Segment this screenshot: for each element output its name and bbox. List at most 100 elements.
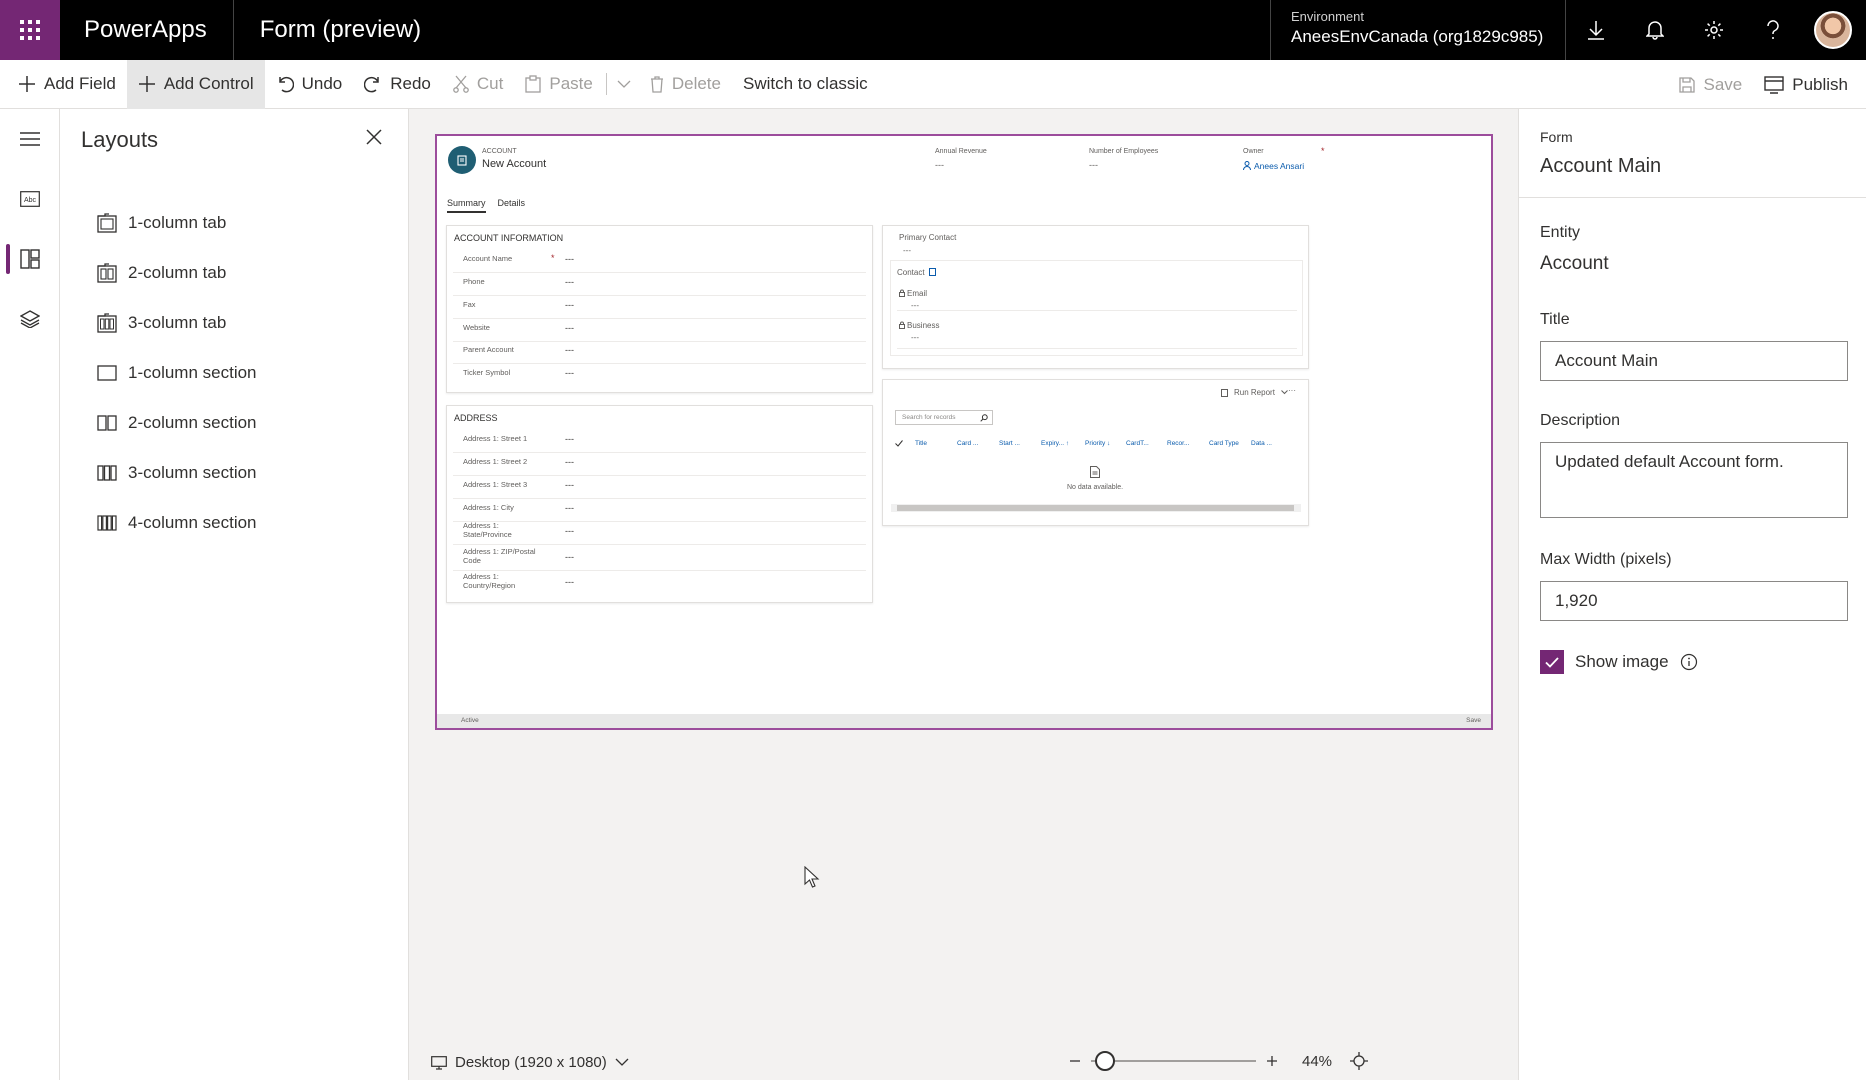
- notifications-button[interactable]: [1625, 0, 1684, 60]
- grid-scrollbar[interactable]: [891, 504, 1301, 512]
- save-button[interactable]: Save: [1668, 60, 1753, 109]
- grid-more-button[interactable]: ···: [1288, 386, 1296, 395]
- field-value: ---: [565, 434, 574, 444]
- undo-icon: [278, 76, 294, 93]
- layout-1-column-section[interactable]: 1-column section: [96, 348, 257, 398]
- subgrid-section[interactable]: Run Report ··· Search for records Title …: [882, 379, 1309, 526]
- form-preview[interactable]: ACCOUNT New Account Annual Revenue --- N…: [435, 134, 1493, 730]
- cut-button[interactable]: Cut: [442, 60, 514, 109]
- app-name[interactable]: PowerApps: [60, 0, 234, 60]
- run-report-button[interactable]: Run Report: [1221, 388, 1288, 397]
- account-information-section[interactable]: ACCOUNT INFORMATION Account Name * --- Pho…: [446, 225, 873, 393]
- form-field-row[interactable]: Address 1: Country/Region ---: [453, 569, 866, 596]
- form-field-row[interactable]: Address 1: State/Province ---: [453, 518, 866, 545]
- grid-search-input[interactable]: Search for records: [895, 410, 993, 425]
- header-field-label: Owner: [1243, 148, 1264, 155]
- rail-components-button[interactable]: [0, 229, 60, 289]
- max-width-input[interactable]: [1540, 581, 1848, 621]
- delete-button[interactable]: Delete: [639, 60, 732, 109]
- zoom-slider-thumb[interactable]: [1095, 1051, 1115, 1071]
- email-field-label: Email: [899, 289, 927, 298]
- help-button[interactable]: [1743, 0, 1802, 60]
- business-phone-row[interactable]: Business ---: [897, 315, 1297, 349]
- title-input[interactable]: [1540, 341, 1848, 381]
- run-report-label: Run Report: [1234, 388, 1275, 397]
- redo-button[interactable]: Redo: [353, 60, 442, 109]
- settings-button[interactable]: [1684, 0, 1743, 60]
- rail-menu-button[interactable]: [0, 109, 60, 169]
- monitor-icon: [431, 1055, 447, 1070]
- info-icon[interactable]: [1680, 653, 1698, 671]
- rail-tree-view-button[interactable]: [0, 289, 60, 349]
- field-label: Address 1: Street 1: [463, 434, 528, 443]
- field-value: ---: [565, 526, 574, 536]
- grid-column-header[interactable]: Recor...: [1167, 440, 1209, 447]
- paste-button[interactable]: Paste: [514, 60, 603, 109]
- address-section[interactable]: ADDRESS Address 1: Street 1 --- Address 1…: [446, 405, 873, 603]
- download-button[interactable]: [1566, 0, 1625, 60]
- grid-column-header[interactable]: Title: [915, 440, 957, 447]
- components-icon: [20, 249, 40, 269]
- grid-column-header[interactable]: Data ...: [1251, 440, 1281, 447]
- download-icon: [1587, 21, 1604, 40]
- layout-2-column-section[interactable]: 2-column section: [96, 398, 257, 448]
- primary-contact-section[interactable]: Primary Contact --- Contact Email --- Bu…: [882, 225, 1309, 369]
- zoom-out-icon[interactable]: [1069, 1055, 1081, 1067]
- lock-icon: [899, 289, 905, 297]
- three-column-section-icon: [96, 462, 118, 484]
- environment-picker[interactable]: Environment AneesEnvCanada (org1829c985): [1270, 0, 1566, 60]
- field-value: ---: [565, 254, 574, 264]
- trash-icon: [650, 76, 663, 93]
- form-footer-save[interactable]: Save: [1466, 717, 1481, 724]
- three-column-tab-icon: [96, 312, 118, 334]
- description-textarea[interactable]: Updated default Account form.: [1540, 442, 1848, 518]
- field-value: ---: [565, 457, 574, 467]
- entity-label: Entity: [1540, 224, 1581, 241]
- field-label: Phone: [463, 277, 485, 286]
- report-icon: [1221, 388, 1228, 397]
- grid-column-header[interactable]: Priority ↓: [1085, 440, 1126, 447]
- switch-to-classic-button[interactable]: Switch to classic: [732, 60, 879, 109]
- avatar[interactable]: [1814, 11, 1852, 49]
- layout-1-column-tab[interactable]: 1-column tab: [96, 198, 257, 248]
- publish-button[interactable]: Publish: [1753, 60, 1866, 109]
- grid-column-header[interactable]: Expiry... ↑: [1041, 440, 1085, 447]
- email-row[interactable]: Email ---: [897, 283, 1297, 311]
- show-image-checkbox[interactable]: [1540, 650, 1564, 674]
- checkmark-icon[interactable]: [895, 439, 903, 447]
- fit-to-screen-icon[interactable]: [1350, 1052, 1369, 1070]
- layouts-list: 1-column tab 2-column tab 3-column tab 1…: [96, 198, 257, 548]
- undo-button[interactable]: Undo: [265, 60, 354, 109]
- tab-summary[interactable]: Summary: [447, 198, 486, 213]
- grid-column-header[interactable]: Start ...: [999, 440, 1041, 447]
- add-control-button[interactable]: Add Control: [126, 59, 265, 109]
- device-picker[interactable]: Desktop (1920 x 1080): [431, 1054, 629, 1071]
- contact-card-header: Contact: [897, 268, 936, 277]
- grid-column-header[interactable]: Card ...: [957, 440, 999, 447]
- paste-options-button[interactable]: [609, 60, 639, 109]
- app-launcher-button[interactable]: [0, 0, 60, 60]
- grid-column-header[interactable]: CardT...: [1126, 440, 1167, 447]
- layout-4-column-section[interactable]: 4-column section: [96, 498, 257, 548]
- grid-scrollbar-thumb[interactable]: [897, 505, 1294, 511]
- owner-link[interactable]: Anees Ansari: [1243, 161, 1304, 171]
- layout-3-column-tab[interactable]: 3-column tab: [96, 298, 257, 348]
- field-value: ---: [565, 480, 574, 490]
- add-field-button[interactable]: Add Field: [0, 60, 127, 109]
- device-label: Desktop (1920 x 1080): [455, 1054, 607, 1071]
- form-field-row[interactable]: Address 1: ZIP/Postal Code ---: [453, 544, 866, 571]
- show-image-toggle[interactable]: Show image: [1540, 650, 1698, 674]
- business-field-label: Business: [899, 321, 939, 330]
- grid-column-header[interactable]: Card Type: [1209, 440, 1251, 447]
- zoom-slider[interactable]: [1091, 1051, 1256, 1071]
- clipboard-icon: [525, 75, 542, 93]
- form-field-row[interactable]: Ticker Symbol ---: [453, 360, 866, 387]
- zoom-in-icon[interactable]: [1266, 1055, 1278, 1067]
- tab-details[interactable]: Details: [498, 198, 526, 213]
- two-column-tab-icon: [96, 262, 118, 284]
- rail-fields-button[interactable]: Abc: [0, 169, 60, 229]
- primary-contact-value: ---: [903, 246, 911, 255]
- layout-3-column-section[interactable]: 3-column section: [96, 448, 257, 498]
- layout-2-column-tab[interactable]: 2-column tab: [96, 248, 257, 298]
- close-pane-button[interactable]: [366, 129, 382, 145]
